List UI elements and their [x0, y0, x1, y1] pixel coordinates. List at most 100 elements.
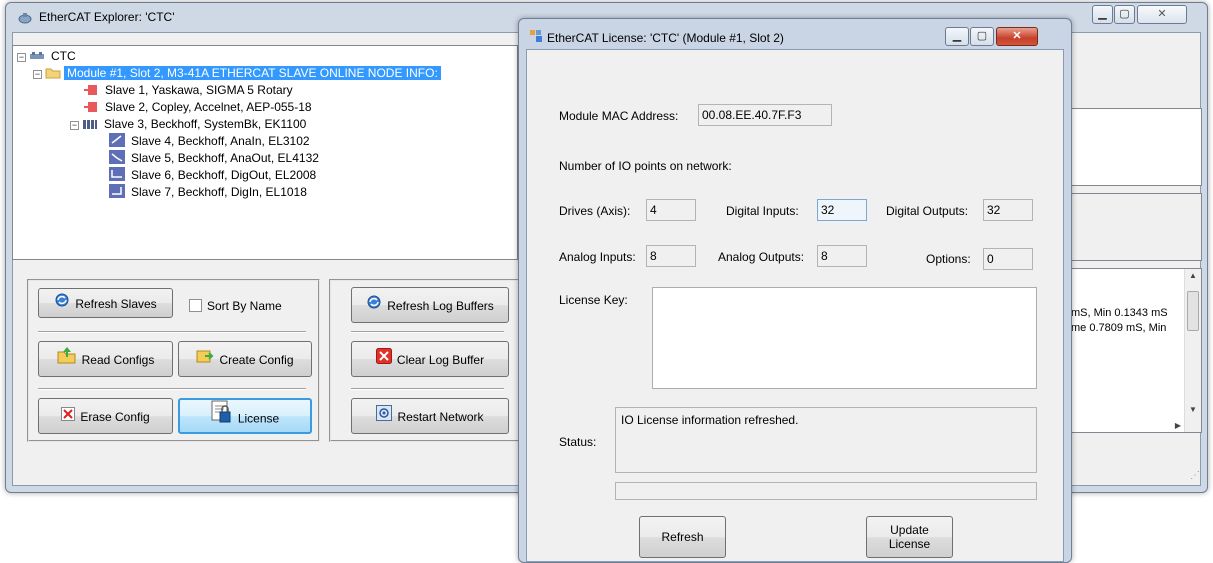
digital-output-icon [109, 167, 125, 181]
dialog-titlebar[interactable]: EtherCAT License: 'CTC' (Module #1, Slot… [519, 19, 1071, 49]
tree-slave-2-label: Slave 2, Copley, Accelnet, AEP-055-18 [105, 100, 312, 114]
maximize-icon: ▢ [1119, 8, 1130, 20]
digital-inputs-field[interactable]: 32 [817, 199, 867, 221]
drive-icon [83, 84, 99, 96]
minimize-icon: ▁ [952, 30, 962, 42]
tree-node-slave-5[interactable]: Slave 5, Beckhoff, AnaOut, EL4132 [109, 150, 322, 167]
tree-module-label: Module #1, Slot 2, M3-41A ETHERCAT SLAVE… [64, 66, 441, 80]
refresh-log-buffers-button[interactable]: Refresh Log Buffers [351, 287, 509, 323]
tree-node-module[interactable]: − Module #1, Slot 2, M3-41A ETHERCAT SLAV… [33, 65, 441, 82]
erase-icon [61, 400, 76, 434]
analog-inputs-field[interactable]: 8 [646, 245, 696, 267]
progress-bar [615, 482, 1037, 500]
network-icon [29, 50, 45, 62]
scroll-thumb[interactable] [1187, 291, 1199, 331]
folder-icon [45, 67, 61, 79]
clear-log-buffer-label: Clear Log Buffer [396, 352, 485, 367]
scroll-up-icon[interactable]: ▲ [1189, 271, 1197, 280]
create-config-button[interactable]: Create Config [178, 341, 312, 377]
separator [38, 331, 306, 333]
app-icon [18, 12, 33, 24]
maximize-button[interactable]: ▢ [1114, 5, 1135, 24]
maximize-icon: ▢ [976, 30, 988, 42]
minimize-icon: ▁ [1098, 8, 1107, 20]
minimize-button[interactable]: ▁ [1092, 5, 1113, 24]
resize-grip-icon[interactable]: ⋰ [1190, 470, 1200, 481]
license-key-input[interactable] [652, 287, 1037, 389]
sort-by-name-checkbox[interactable] [189, 299, 202, 312]
update-license-button[interactable]: Update License [866, 516, 953, 558]
close-icon: ✕ [1012, 30, 1022, 42]
close-button[interactable]: ✕ [1137, 5, 1187, 24]
info-pane [1070, 108, 1202, 186]
tree-node-slave-6[interactable]: Slave 6, Beckhoff, DigOut, EL2008 [109, 167, 319, 184]
scroll-right-icon[interactable]: ▶ [1175, 421, 1181, 430]
refresh-slaves-button[interactable]: Refresh Slaves [38, 288, 173, 318]
tree-node-slave-1[interactable]: Slave 1, Yaskawa, SIGMA 5 Rotary [83, 82, 296, 99]
analog-inputs-label: Analog Inputs: [559, 250, 636, 264]
tree-node-slave-4[interactable]: Slave 4, Beckhoff, AnaIn, EL3102 [109, 133, 313, 150]
dialog-maximize-button[interactable]: ▢ [970, 27, 994, 46]
create-config-label: Create Config [219, 352, 294, 367]
slave-tree[interactable]: − CTC − Module #1, Slot 2, M3-41A ETHERCAT… [12, 45, 518, 260]
tree-node-slave-3[interactable]: − Slave 3, Beckhoff, SystemBk, EK1100 [70, 116, 309, 133]
drive-icon [83, 101, 99, 113]
license-label: License [888, 537, 931, 551]
dialog-title: EtherCAT License: 'CTC' (Module #1, Slot… [547, 31, 784, 45]
digital-inputs-label: Digital Inputs: [726, 204, 799, 218]
separator [38, 388, 306, 390]
restart-network-icon [376, 400, 393, 434]
tree-slave-6-label: Slave 6, Beckhoff, DigOut, EL2008 [131, 168, 317, 182]
drives-field[interactable]: 4 [646, 199, 696, 221]
create-config-icon [196, 343, 214, 377]
erase-config-button[interactable]: Erase Config [38, 398, 173, 434]
tree-slave-7-label: Slave 7, Beckhoff, DigIn, EL1018 [131, 185, 307, 199]
options-label: Options: [926, 252, 971, 266]
read-configs-label: Read Configs [81, 352, 155, 367]
analog-outputs-label: Analog Outputs: [718, 250, 805, 264]
collapse-icon[interactable]: − [17, 53, 26, 62]
tree-node-slave-2[interactable]: Slave 2, Copley, Accelnet, AEP-055-18 [83, 99, 315, 116]
refresh-label: Refresh [661, 530, 704, 544]
restart-network-button[interactable]: Restart Network [351, 398, 509, 434]
license-key-label: License Key: [559, 293, 628, 307]
refresh-icon [54, 290, 70, 318]
tree-slave-1-label: Slave 1, Yaskawa, SIGMA 5 Rotary [105, 83, 293, 97]
info-pane-2 [1070, 193, 1202, 261]
license-document-icon [211, 400, 233, 437]
digital-outputs-field[interactable]: 32 [983, 199, 1033, 221]
status-label: Status: [559, 435, 597, 449]
clear-icon [375, 343, 392, 377]
clear-log-buffer-button[interactable]: Clear Log Buffer [351, 341, 509, 377]
tree-node-root[interactable]: − CTC [17, 48, 79, 65]
license-label: License [237, 411, 280, 426]
separator [351, 331, 504, 333]
log-line-2: me 0.7809 mS, Min [1071, 322, 1167, 334]
refresh-icon [366, 289, 382, 323]
dialog-minimize-button[interactable]: ▁ [945, 27, 969, 46]
collapse-icon[interactable]: − [70, 121, 79, 130]
analog-outputs-field[interactable]: 8 [817, 245, 867, 267]
collapse-icon[interactable]: − [33, 70, 42, 79]
main-title: EtherCAT Explorer: 'CTC' [39, 10, 175, 24]
mac-address-field: 00.08.EE.40.7F.F3 [698, 104, 832, 126]
digital-input-icon [109, 184, 125, 198]
dialog-close-button[interactable]: ✕ [996, 27, 1038, 46]
analog-output-icon [109, 150, 125, 164]
log-vertical-scrollbar[interactable]: ▲ ▼ [1184, 269, 1201, 432]
license-dialog: EtherCAT License: 'CTC' (Module #1, Slot… [518, 18, 1072, 563]
options-field[interactable]: 0 [983, 248, 1033, 270]
scroll-down-icon[interactable]: ▼ [1189, 405, 1197, 414]
read-configs-button[interactable]: Read Configs [38, 341, 173, 377]
tree-node-slave-7[interactable]: Slave 7, Beckhoff, DigIn, EL1018 [109, 184, 310, 201]
license-button[interactable]: License [178, 398, 312, 434]
tree-root-label: CTC [51, 49, 76, 63]
close-icon: ✕ [1157, 8, 1167, 20]
update-label: Update [890, 523, 929, 537]
coupler-icon [82, 118, 98, 130]
refresh-button[interactable]: Refresh [639, 516, 726, 558]
refresh-log-buffers-label: Refresh Log Buffers [387, 298, 494, 313]
status-field: IO License information refreshed. [615, 407, 1037, 473]
log-output[interactable]: mS, Min 0.1343 mS me 0.7809 mS, Min ▲ ▼ … [1070, 268, 1202, 433]
mac-label: Module MAC Address: [559, 109, 679, 123]
